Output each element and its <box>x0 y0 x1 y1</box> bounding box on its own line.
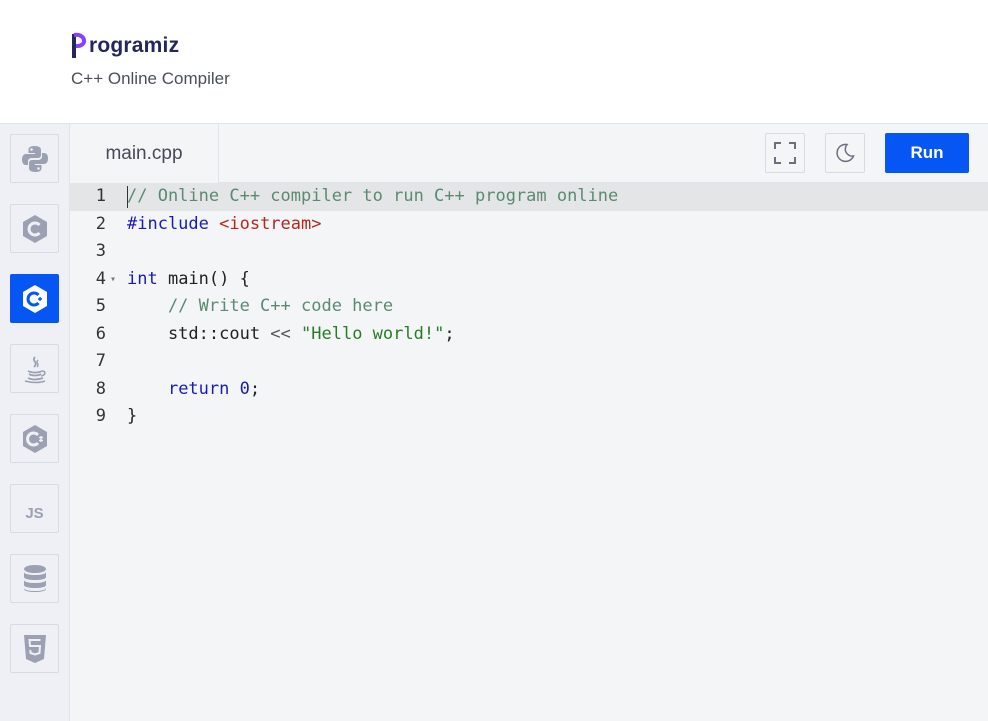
header: rogramiz C++ Online Compiler <box>0 0 988 124</box>
code-text: std::cout << "Hello world!"; <box>127 323 455 344</box>
code-line: 8 return 0; <box>70 376 988 404</box>
sidebar-item-cpp[interactable] <box>10 274 59 323</box>
line-number: 5 <box>95 296 106 316</box>
line-number: 4 <box>95 268 106 289</box>
database-icon <box>23 564 46 592</box>
code-line: 5 // Write C++ code here <box>70 293 988 321</box>
programiz-logo[interactable]: rogramiz <box>72 30 179 62</box>
line-number: 2 <box>95 213 106 234</box>
c-icon <box>22 214 47 243</box>
line-number: 1 <box>95 186 106 206</box>
code-line: 4 ▾ int main() { <box>70 266 988 294</box>
line-number: 8 <box>95 378 106 399</box>
sidebar-item-javascript[interactable]: JS <box>10 484 59 533</box>
theme-toggle-button[interactable] <box>825 133 865 173</box>
code-line: 3 <box>70 238 988 266</box>
line-number: 3 <box>95 241 106 261</box>
code-line: 2 #include <iostream> <box>70 211 988 239</box>
line-number: 9 <box>95 406 106 426</box>
logo-text: rogramiz <box>89 34 180 57</box>
fullscreen-icon <box>774 142 796 164</box>
code-line: 6 std::cout << "Hello world!"; <box>70 321 988 349</box>
js-icon: JS <box>25 505 44 522</box>
page-subtitle: C++ Online Compiler <box>71 69 230 88</box>
code-text: // Online C++ compiler to run C++ progra… <box>127 186 619 206</box>
tab-main-cpp[interactable]: main.cpp <box>70 124 219 183</box>
programiz-logo-icon <box>72 32 86 58</box>
code-line: 9 } <box>70 403 988 431</box>
moon-icon <box>836 143 855 163</box>
code-line: 1 // Online C++ compiler to run C++ prog… <box>70 183 988 211</box>
code-text: // Write C++ code here <box>127 296 394 316</box>
run-button[interactable]: Run <box>885 133 969 173</box>
code-text: #include <iostream> <box>127 213 322 234</box>
java-icon <box>24 355 46 383</box>
code-text: return 0; <box>167 378 261 399</box>
cpp-icon <box>22 284 47 313</box>
code-text: int main() { <box>127 268 250 289</box>
code-text: } <box>127 406 138 426</box>
line-number: 7 <box>95 351 106 371</box>
fullscreen-button[interactable] <box>765 133 805 173</box>
sidebar-item-python[interactable] <box>10 134 59 183</box>
csharp-icon <box>22 424 47 453</box>
sidebar-item-html[interactable] <box>10 624 59 673</box>
fold-arrow-icon[interactable]: ▾ <box>110 266 116 294</box>
code-line: 7 <box>70 348 988 376</box>
sidebar-item-java[interactable] <box>10 344 59 393</box>
language-sidebar: JS <box>0 124 70 721</box>
sidebar-item-c[interactable] <box>10 204 59 253</box>
line-number: 6 <box>95 323 106 344</box>
sidebar-item-sql[interactable] <box>10 554 59 603</box>
html5-icon <box>23 634 46 663</box>
code-editor[interactable]: 1 // Online C++ compiler to run C++ prog… <box>70 183 988 721</box>
sidebar-item-csharp[interactable] <box>10 414 59 463</box>
python-icon <box>21 145 48 172</box>
editor-toolbar: main.cpp Run <box>70 124 988 183</box>
